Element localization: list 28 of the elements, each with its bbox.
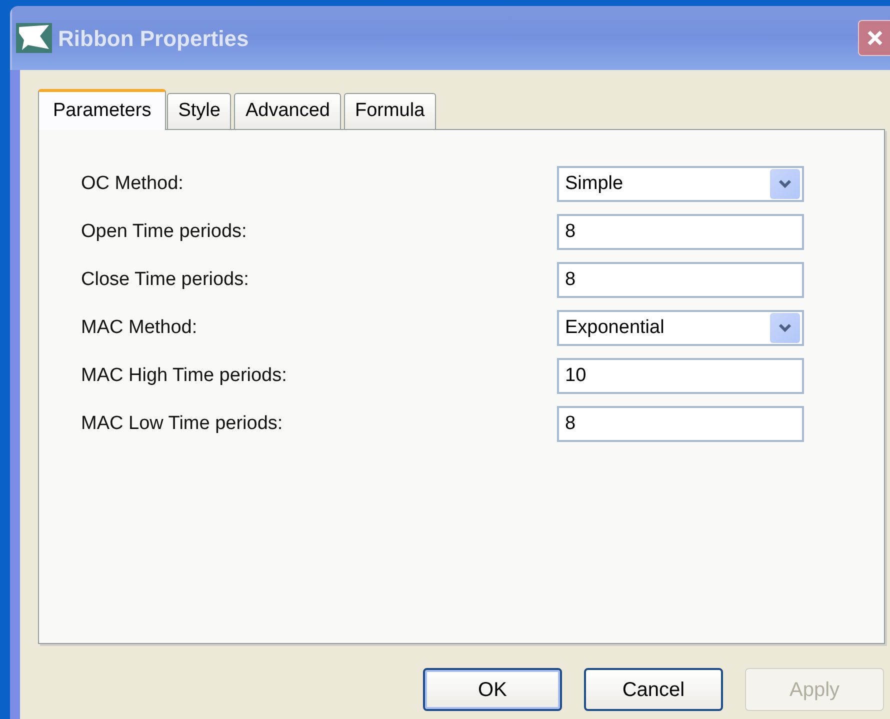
- dropdown[interactable]: Exponential: [557, 310, 804, 346]
- bird-logo-icon: [16, 23, 52, 53]
- input-field[interactable]: 10: [557, 358, 804, 394]
- dialog-button[interactable]: Cancel: [584, 668, 723, 711]
- dropdown-value: Exponential: [565, 316, 666, 340]
- field-label: OC Method:: [81, 172, 184, 196]
- field-label: MAC High Time periods:: [81, 364, 288, 388]
- tab[interactable]: Advanced: [234, 93, 341, 129]
- tab[interactable]: Parameters: [38, 89, 166, 130]
- field-label: Open Time periods:: [81, 220, 248, 244]
- field-label: MAC Method:: [81, 316, 198, 340]
- tab[interactable]: Style: [167, 93, 232, 129]
- tab[interactable]: Formula: [344, 93, 436, 129]
- dialog-button[interactable]: OK: [423, 668, 562, 711]
- input-field[interactable]: 8: [557, 406, 804, 442]
- window-title: Ribbon Properties: [58, 24, 249, 53]
- dropdown-arrow-button[interactable]: [770, 169, 800, 199]
- field-label: Close Time periods:: [81, 268, 250, 292]
- chevron-down-icon: [778, 323, 792, 333]
- close-button[interactable]: [858, 20, 890, 56]
- input-field[interactable]: 8: [557, 262, 804, 298]
- field-label: MAC Low Time periods:: [81, 412, 284, 436]
- chevron-down-icon: [778, 179, 792, 189]
- dropdown[interactable]: Simple: [557, 166, 804, 202]
- close-icon: [866, 29, 884, 47]
- input-field[interactable]: 8: [557, 214, 804, 250]
- dropdown-value: Simple: [565, 172, 624, 196]
- dropdown-arrow-button[interactable]: [770, 313, 800, 343]
